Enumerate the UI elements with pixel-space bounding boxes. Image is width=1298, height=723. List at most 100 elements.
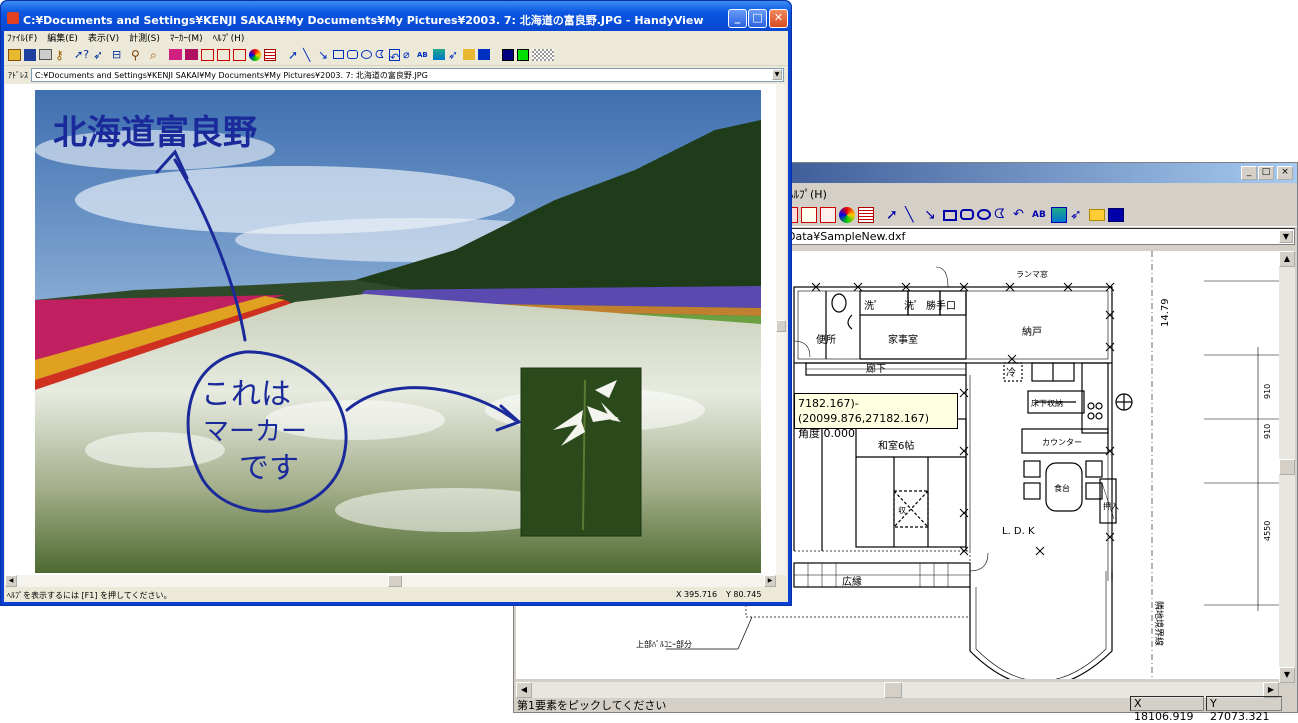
arrow-line-icon[interactable]: ↘ (924, 207, 940, 223)
label-yukashita: 床下収納 (1031, 398, 1063, 408)
save-icon[interactable] (1108, 207, 1124, 222)
area-icon[interactable] (820, 206, 836, 223)
menu-marker[interactable]: ﾏｰｶｰ(M) (170, 31, 203, 44)
menu-file[interactable]: ﾌｧｲﾙ(F) (7, 31, 37, 44)
scroll-left-icon[interactable]: ◀ (5, 575, 17, 587)
photo-menu-bar: ﾌｧｲﾙ(F) 編集(E) 表示(V) 計測(S) ﾏｰｶｰ(M) ﾍﾙﾌﾟ(H… (4, 31, 788, 44)
cad-address-text: Data¥SampleNew.dxf (787, 230, 906, 243)
lily-inset-photo (521, 368, 641, 536)
minimize-button[interactable]: _ (728, 9, 747, 28)
menu-measure[interactable]: 計測(S) (129, 31, 160, 44)
flip-icon[interactable] (169, 49, 182, 60)
menu-edit[interactable]: 編集(E) (47, 31, 78, 44)
cad-status-text: 第1要素をピックしてください (517, 699, 667, 712)
scroll-right-icon[interactable]: ▶ (764, 575, 776, 587)
line-icon[interactable]: ╲ (303, 47, 315, 63)
label-rouka: 廊下 (866, 362, 886, 375)
key-icon[interactable]: ⚷ (55, 47, 71, 63)
label-sen2: 洗ﾟ (904, 300, 919, 312)
print-icon[interactable] (39, 49, 52, 60)
dimension-icon[interactable] (217, 48, 230, 61)
grid-icon[interactable] (264, 48, 276, 61)
zoom-fit-icon[interactable]: ⌕ (150, 47, 166, 63)
label-dim-910a: 910 (1263, 384, 1272, 399)
pointer-icon[interactable]: ➚ (288, 47, 300, 63)
cad-status-bar: 第1要素をピックしてください X 18106.919 Y 27073.321 (514, 695, 1297, 723)
grid-icon[interactable] (858, 206, 874, 223)
rounded-rect-icon[interactable] (347, 50, 358, 59)
scroll-up-icon[interactable]: ▲ (1279, 251, 1295, 267)
app-icon (7, 12, 19, 24)
rounded-rect-icon[interactable] (960, 209, 974, 220)
label-sen1: 洗ﾟ (864, 300, 879, 312)
color-green-swatch[interactable] (517, 48, 529, 61)
ellipse-icon[interactable] (361, 50, 372, 59)
rotate-icon[interactable] (185, 49, 198, 60)
open-file-icon[interactable] (463, 49, 475, 60)
polygon-icon[interactable]: ᗧ (375, 47, 386, 63)
close-button[interactable]: ✕ (769, 9, 788, 28)
rectangle-icon[interactable] (943, 210, 957, 221)
image-icon[interactable] (1051, 206, 1067, 223)
freehand-icon[interactable]: ↶ (389, 48, 400, 64)
landscape-image: 北海道富良野 これは マーカー です (35, 90, 761, 573)
cad-vertical-scrollbar[interactable]: ▲ ▼ (1279, 251, 1295, 683)
photo-coord-y: Y 80.745 (726, 590, 762, 599)
save-file-icon[interactable] (478, 49, 490, 60)
chevron-down-icon[interactable]: ▼ (772, 69, 782, 80)
photo-horizontal-scrollbar[interactable]: ◀ ▶ (5, 575, 776, 587)
maximize-button[interactable]: □ (748, 9, 767, 28)
save-icon[interactable] (24, 48, 36, 61)
tooltip-line-1: 7182.167)-(20099.876,27182.167) (798, 397, 930, 425)
transparency-swatch[interactable] (532, 48, 554, 61)
vertical-scroll-thumb[interactable] (1279, 459, 1295, 475)
menu-view[interactable]: 表示(V) (88, 31, 119, 44)
measure-icon[interactable] (201, 48, 214, 61)
photo-toolbar: ⚷ ➚? ➶ ⊟ ⚲ ⌕ ➚ ╲ ↘ ᗧ ↶ ⌀ AB ➶ (4, 44, 788, 66)
marker-title: 北海道富良野 (53, 113, 257, 153)
chevron-down-icon[interactable]: ▼ (1279, 230, 1293, 243)
arrow-line-icon[interactable]: ↘ (318, 47, 330, 63)
line-icon[interactable]: ╲ (905, 207, 921, 223)
close-button[interactable]: × (1277, 166, 1293, 180)
photo-coord-x: X 395.716 (676, 590, 718, 599)
menu-help[interactable]: ﾍﾙﾌﾟ(H) (788, 188, 827, 201)
cad-coord-x: X 18106.919 (1130, 696, 1204, 723)
rectangle-icon[interactable] (333, 50, 344, 59)
photo-address-field[interactable]: C:¥Documents and Settings¥KENJI SAKAI¥My… (31, 68, 784, 82)
color-wheel-icon[interactable] (249, 48, 261, 61)
zoom-icon[interactable]: ⚲ (131, 47, 147, 63)
freehand-icon[interactable]: ↶ (1013, 207, 1029, 223)
maximize-button[interactable]: □ (1258, 166, 1274, 180)
color-wheel-icon[interactable] (839, 206, 855, 223)
pen-icon[interactable]: ➶ (1070, 207, 1086, 223)
pen-icon[interactable]: ➶ (93, 47, 109, 63)
text-icon[interactable]: AB (1032, 207, 1048, 223)
color-navy-swatch[interactable] (502, 48, 514, 61)
photo-viewport[interactable]: 北海道富良野 これは マーカー です (5, 84, 777, 575)
image-icon[interactable] (433, 49, 445, 60)
marker-bubble-line-2: マーカー (203, 417, 307, 447)
minimize-button[interactable]: _ (1241, 166, 1257, 180)
pointer-icon[interactable]: ➚ (886, 207, 902, 223)
horizontal-scroll-thumb[interactable] (388, 575, 402, 587)
label-dim-4550: 4550 (1263, 521, 1272, 541)
photo-vertical-scrollbar[interactable] (776, 84, 786, 575)
polygon-icon[interactable]: ᗧ (994, 207, 1010, 223)
label-rei: 冷 (1006, 366, 1016, 379)
menu-help[interactable]: ﾍﾙﾌﾟ(H) (213, 31, 245, 44)
label-kajishitsu: 家事室 (888, 333, 918, 346)
ellipse-icon[interactable] (977, 209, 991, 220)
scroll-down-icon[interactable]: ▼ (1279, 667, 1295, 683)
dimension-icon[interactable] (801, 206, 817, 223)
area-icon[interactable] (233, 48, 246, 61)
photo-window-body: ﾌｧｲﾙ(F) 編集(E) 表示(V) 計測(S) ﾏｰｶｰ(M) ﾍﾙﾌﾟ(H… (4, 31, 788, 602)
open-folder-icon[interactable] (1089, 208, 1105, 221)
open-folder-icon[interactable] (8, 48, 21, 61)
help-pointer-icon[interactable]: ➚? (74, 47, 90, 63)
page-icon[interactable]: ⊟ (112, 47, 128, 63)
marker-pen-icon[interactable]: ➶ (448, 47, 460, 63)
vertical-scroll-thumb[interactable] (776, 320, 786, 332)
erase-icon[interactable]: ⌀ (403, 47, 414, 63)
text-icon[interactable]: AB (417, 47, 430, 63)
